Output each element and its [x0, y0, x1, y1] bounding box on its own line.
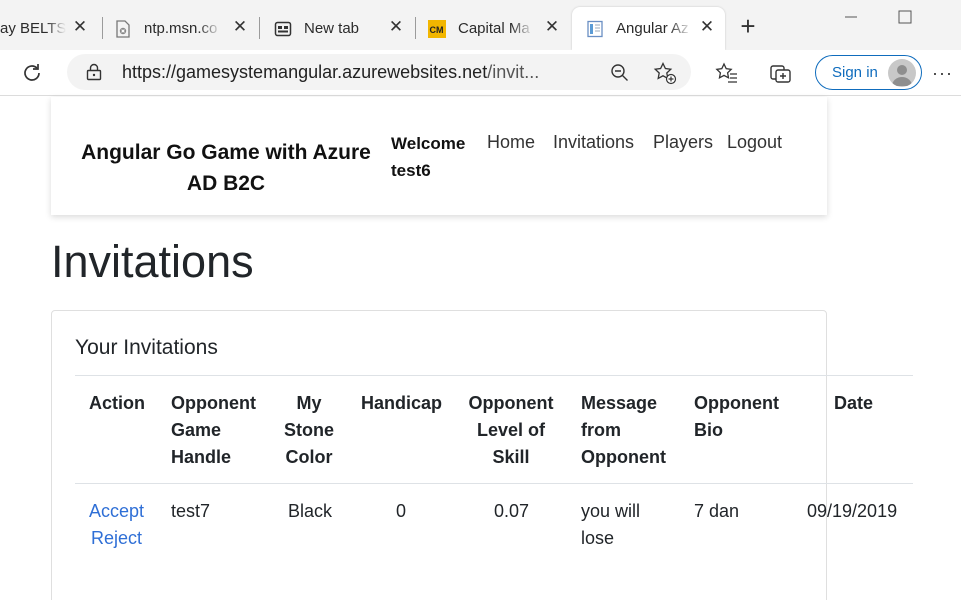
tab-label: Angular Az — [616, 20, 689, 37]
welcome-text: Welcome test6 — [391, 130, 465, 184]
card-title: Your Invitations — [75, 336, 218, 359]
nav-invitations[interactable]: Invitations — [553, 132, 634, 153]
action-cell: Accept Reject — [89, 498, 144, 552]
capital-markets-logo-icon: CM — [428, 19, 446, 38]
sign-in-button[interactable]: Sign in — [815, 55, 922, 90]
handle-cell: test7 — [171, 501, 211, 521]
header-date: Date — [834, 393, 874, 413]
header-message: Message from Opponent — [581, 393, 666, 467]
nav-players[interactable]: Players — [653, 132, 713, 153]
url-path: /invit... — [487, 62, 540, 82]
header-skill: Opponent Level of Skill — [468, 393, 554, 467]
tab-angular-active[interactable]: Angular Az ✕ — [572, 7, 725, 50]
message-cell: you will lose — [581, 501, 641, 548]
header-handicap: Handicap — [361, 393, 443, 413]
browser-tab-strip: ay BELTSS ✕ ntp.msn.co ✕ New tab ✕ CM Ca… — [0, 0, 961, 50]
tab-label: ay BELTSS — [0, 20, 66, 37]
minimize-icon[interactable] — [838, 4, 864, 30]
maximize-icon[interactable] — [892, 4, 918, 30]
browser-toolbar: https://gamesystemangular.azurewebsites.… — [0, 50, 961, 96]
add-favorite-icon[interactable] — [653, 61, 677, 85]
close-icon[interactable]: ✕ — [388, 18, 404, 35]
date-cell: 09/19/2019 — [807, 501, 898, 521]
nav-logout[interactable]: Logout — [727, 132, 782, 153]
page-title: Invitations — [51, 236, 254, 287]
welcome-label: Welcome — [391, 134, 466, 153]
tab-ntp-msn[interactable]: ntp.msn.co ✕ — [104, 7, 258, 50]
tab-label: New tab — [304, 20, 360, 37]
reject-link[interactable]: Reject — [89, 525, 144, 552]
close-icon[interactable]: ✕ — [72, 18, 88, 35]
tab-capital-markets[interactable]: CM Capital Ma ✕ — [418, 7, 570, 50]
sign-in-label: Sign in — [832, 64, 878, 81]
url-text[interactable]: https://gamesystemangular.azurewebsites.… — [122, 62, 539, 83]
tab-label: Capital Ma — [458, 20, 530, 37]
svg-text:CM: CM — [430, 25, 444, 35]
lock-icon[interactable] — [84, 62, 104, 82]
header-bio: Opponent Bio — [694, 393, 779, 440]
zoom-out-icon[interactable] — [609, 62, 631, 84]
close-icon[interactable]: ✕ — [699, 18, 715, 35]
stone-color-cell: Black — [288, 501, 333, 521]
blocked-page-icon — [114, 19, 132, 38]
tab-label: ntp.msn.co — [144, 20, 218, 37]
url-host: https://gamesystemangular.azurewebsites.… — [122, 62, 488, 82]
handicap-cell: 0 — [396, 501, 407, 521]
close-icon[interactable]: ✕ — [232, 18, 248, 35]
tab-divider — [259, 17, 260, 39]
skill-cell: 0.07 — [494, 501, 530, 521]
accept-link[interactable]: Accept — [89, 498, 144, 525]
table-top-border — [75, 375, 913, 376]
favorites-icon[interactable] — [714, 60, 740, 86]
more-options-icon[interactable]: ··· — [932, 63, 953, 84]
bio-cell: 7 dan — [694, 501, 740, 521]
header-opponent-handle: Opponent Game Handle — [171, 393, 256, 467]
table-header-border — [75, 483, 913, 484]
tab-new-tab[interactable]: New tab ✕ — [262, 7, 414, 50]
tab-beltss[interactable]: ay BELTSS ✕ — [0, 7, 100, 50]
address-bar[interactable]: https://gamesystemangular.azurewebsites.… — [67, 54, 691, 90]
new-tab-page-icon — [274, 20, 292, 38]
refresh-icon[interactable] — [19, 60, 45, 86]
username: test6 — [391, 161, 431, 180]
tab-divider — [415, 17, 416, 39]
nav-home[interactable]: Home — [487, 132, 535, 153]
header-stone-color: My Stone Color — [283, 393, 334, 467]
collections-icon[interactable] — [768, 60, 794, 86]
site-header: Angular Go Game with Azure AD B2C Welcom… — [51, 97, 827, 215]
site-brand[interactable]: Angular Go Game with Azure AD B2C — [81, 137, 371, 199]
header-action: Action — [89, 393, 145, 413]
avatar — [888, 59, 916, 87]
new-tab-button[interactable]: + — [736, 13, 760, 39]
close-icon[interactable]: ✕ — [544, 18, 560, 35]
page-icon — [586, 20, 604, 38]
tab-divider — [102, 17, 103, 39]
